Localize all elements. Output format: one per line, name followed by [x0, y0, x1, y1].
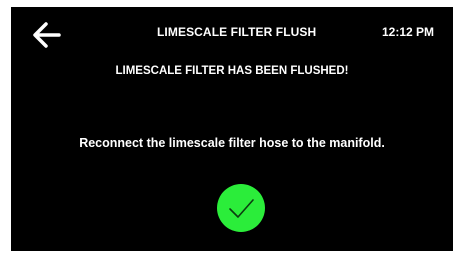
checkmark-icon: [217, 184, 265, 232]
status-headline: LIMESCALE FILTER HAS BEEN FLUSHED!: [115, 65, 349, 77]
clock-time: 12:12 PM: [382, 25, 435, 39]
back-button[interactable]: [29, 19, 63, 51]
instruction-text: Reconnect the limescale filter hose to t…: [79, 136, 385, 150]
screen: LIMESCALE FILTER FLUSH 12:12 PM LIMESCAL…: [11, 7, 453, 251]
page-title: LIMESCALE FILTER FLUSH: [157, 25, 317, 39]
arrow-left-icon: [33, 22, 61, 48]
confirm-button[interactable]: [217, 184, 265, 232]
